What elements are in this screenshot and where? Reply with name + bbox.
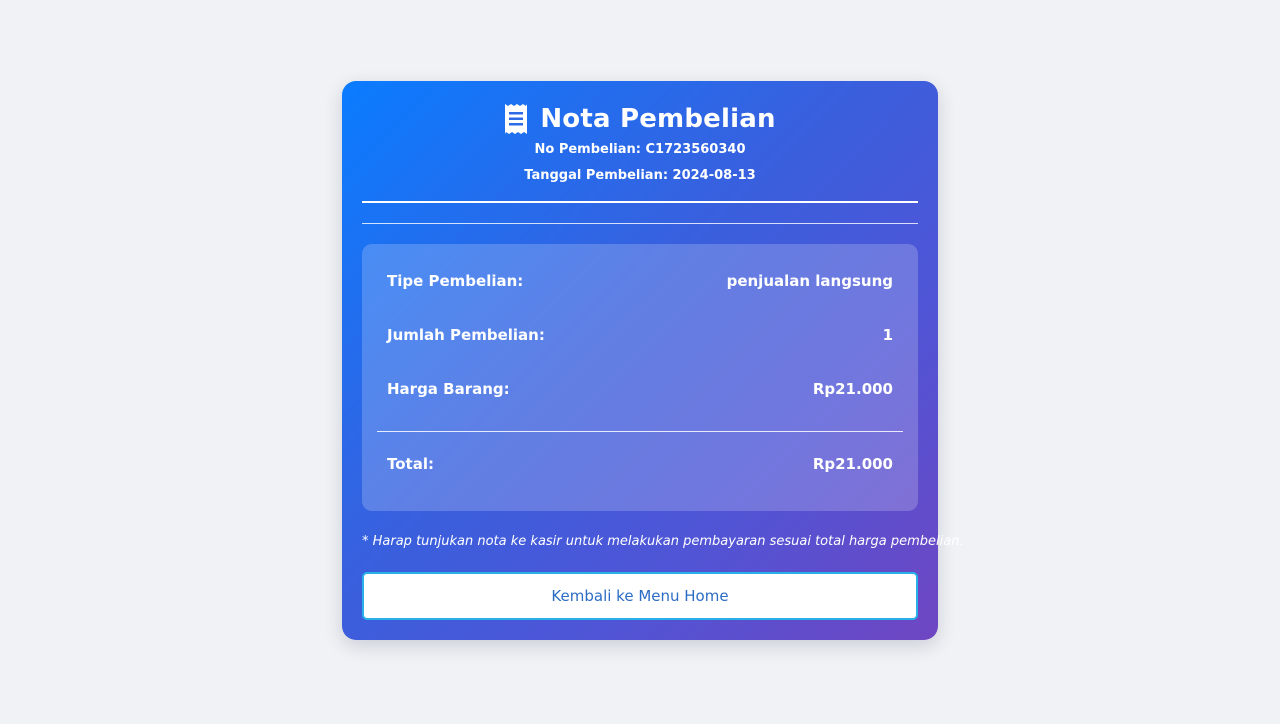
section-divider	[362, 223, 918, 224]
total-value: Rp21.000	[812, 455, 893, 473]
detail-row-quantity: Jumlah Pembelian: 1	[387, 326, 893, 344]
purchase-number: No Pembelian: C1723560340	[534, 142, 746, 157]
detail-row-purchase-type: Tipe Pembelian: penjualan langsung	[387, 272, 893, 290]
page-title: Nota Pembelian	[540, 104, 776, 134]
detail-label: Tipe Pembelian:	[387, 272, 524, 290]
total-label: Total:	[387, 455, 434, 473]
detail-row-item-price: Harga Barang: Rp21.000	[387, 380, 893, 398]
back-to-home-button[interactable]: Kembali ke Menu Home	[362, 572, 918, 620]
detail-label: Harga Barang:	[387, 380, 510, 398]
purchase-date: Tanggal Pembelian: 2024-08-13	[524, 168, 756, 183]
title-row: Nota Pembelian	[362, 101, 918, 137]
payment-note: * Harap tunjukan nota ke kasir untuk mel…	[362, 534, 964, 549]
detail-value: Rp21.000	[812, 380, 893, 398]
receipt-icon	[504, 103, 528, 135]
total-row: Total: Rp21.000	[387, 455, 893, 473]
detail-value: penjualan langsung	[726, 272, 893, 290]
detail-value: 1	[882, 326, 893, 344]
details-panel: Tipe Pembelian: penjualan langsung Jumla…	[362, 244, 918, 511]
total-divider	[377, 431, 903, 432]
header-divider	[362, 201, 918, 203]
detail-label: Jumlah Pembelian:	[387, 326, 545, 344]
receipt-card: Nota Pembelian No Pembelian: C1723560340…	[342, 81, 964, 640]
